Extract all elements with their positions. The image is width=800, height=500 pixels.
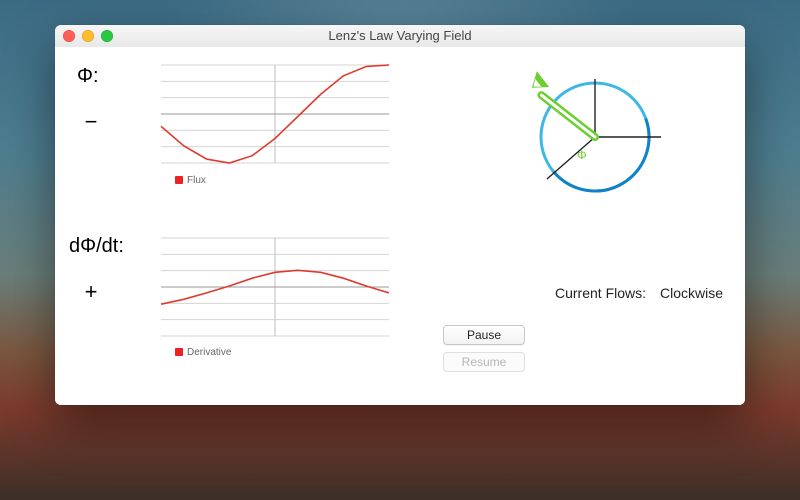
- deriv-legend: Derivative: [175, 347, 231, 358]
- flux-sign: −: [81, 109, 101, 135]
- resume-button[interactable]: Resume: [443, 352, 525, 372]
- desktop-background: Lenz's Law Varying Field Φ: − Flux dΦ/dt…: [0, 0, 800, 500]
- deriv-legend-text: Derivative: [187, 347, 231, 358]
- pause-button[interactable]: Pause: [443, 325, 525, 345]
- deriv-label: dΦ/dt:: [69, 235, 124, 258]
- zoom-icon[interactable]: [101, 30, 113, 42]
- close-icon[interactable]: [63, 30, 75, 42]
- window-title: Lenz's Law Varying Field: [328, 28, 471, 43]
- traffic-lights: [63, 30, 113, 42]
- app-window: Lenz's Law Varying Field Φ: − Flux dΦ/dt…: [55, 25, 745, 405]
- phi-arrow-label: Φ: [577, 148, 587, 162]
- flux-legend: Flux: [175, 175, 206, 186]
- deriv-sign: +: [81, 279, 101, 305]
- minimize-icon[interactable]: [82, 30, 94, 42]
- flux-chart: [155, 59, 395, 169]
- window-content: Φ: − Flux dΦ/dt: + Derivative Φ Current …: [55, 47, 745, 405]
- legend-swatch-icon: [175, 176, 183, 184]
- window-titlebar[interactable]: Lenz's Law Varying Field: [55, 25, 745, 48]
- current-flows-label: Current Flows:: [555, 285, 646, 301]
- deriv-chart: [155, 232, 395, 342]
- legend-swatch-icon: [175, 348, 183, 356]
- current-flows-value: Clockwise: [660, 285, 723, 301]
- flux-label: Φ:: [77, 65, 99, 88]
- loop-diagram: Φ: [495, 65, 685, 225]
- flux-legend-text: Flux: [187, 175, 206, 186]
